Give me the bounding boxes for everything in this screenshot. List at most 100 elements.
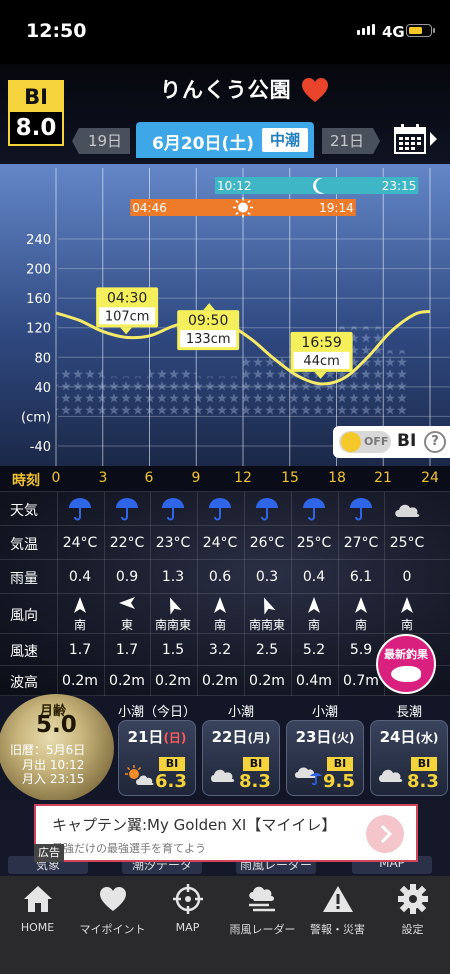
wind-direction-cell: 南南東: [243, 594, 290, 634]
weather-row-label: 風速: [10, 644, 38, 660]
calendar-arrow-icon[interactable]: [430, 132, 437, 146]
moon-age-panel[interactable]: 月齢 5.0 旧暦：5月6日 月出 10:12 月入 23:15: [0, 694, 114, 802]
wind-direction-cell: 南: [56, 594, 103, 634]
moonset: 月入 23:15: [22, 772, 85, 786]
wind-direction-text: 南南東: [154, 618, 191, 632]
forecast-date: 22日(月): [211, 728, 271, 746]
nav-radar[interactable]: 雨風レーダー: [225, 882, 300, 937]
time-tick: 9: [191, 470, 201, 486]
next-day-button[interactable]: 21日: [322, 128, 380, 154]
rain-cloud-icon: [293, 765, 323, 791]
nav-label: HOME: [20, 921, 55, 934]
y-tick-label: 120: [26, 322, 51, 337]
moonset-time: 23:15: [382, 179, 417, 193]
bottom-nav: HOME マイポイント MAP 雨風レーダー 警報・災害 設定: [0, 876, 450, 974]
weather-cell-rain: 1.3: [149, 560, 196, 594]
bi-toggle-label: BI: [397, 431, 417, 451]
forecast-bi-label: BI: [159, 757, 185, 771]
weather-cell-temp: 24°C: [56, 526, 103, 560]
nav-label: MAP: [175, 921, 200, 934]
bite-index-stars: [56, 368, 103, 417]
weather-cell-temp: 24°C: [196, 526, 243, 560]
bite-index-stars: [383, 350, 407, 417]
wind-direction-cell: 南: [337, 594, 384, 634]
forecast-tide-label: 小潮: [311, 705, 339, 720]
y-tick-label: (cm): [21, 410, 51, 425]
umbrella-icon: [337, 492, 384, 526]
toggle-state: OFF: [364, 435, 389, 448]
time-tick: 0: [51, 470, 61, 486]
ad-arrow-icon[interactable]: [366, 815, 404, 853]
weather-cell-wind_speed: 5.2: [290, 634, 337, 666]
forecast-day-card[interactable]: 24日(水) BI 8.3: [370, 720, 448, 796]
nav-label: 雨風レーダー: [229, 923, 296, 936]
nav-my-point[interactable]: マイポイント: [75, 882, 150, 937]
toggle-knob: OFF: [339, 431, 391, 453]
tide-callout: 09:50 133cm: [177, 303, 240, 351]
umbrella-icon: [103, 492, 150, 526]
tide-callout: 16:59 44cm: [290, 331, 353, 379]
crosshair-icon: [150, 882, 225, 916]
ad-title: キャプテン翼:My Golden XI【マイイレ】: [52, 816, 337, 834]
date-label: 6月20日(土): [152, 134, 255, 154]
weather-cell-rain: 0.3: [243, 560, 290, 594]
tide-chart-svg: 10:12 23:15 04:46 19:14 04:30 107cm 09:50 133c…: [0, 164, 450, 466]
calendar-icon[interactable]: [394, 124, 426, 154]
cloud-icon: [209, 765, 235, 789]
wind-direction-text: 南: [400, 618, 413, 632]
weather-cell-rain: 0.6: [196, 560, 243, 594]
nav-map[interactable]: MAP: [150, 882, 225, 934]
forecast-weekday: (水): [415, 731, 439, 745]
forecast-tide-label: 小潮（今日）: [117, 705, 197, 720]
wind-arrow-icon: [245, 596, 290, 616]
y-tick-label: 80: [34, 351, 51, 366]
forecast-bi-label: BI: [327, 757, 353, 771]
wind-direction-cell: 南: [196, 594, 243, 634]
ad-tag: 広告: [34, 844, 64, 862]
nav-label: 設定: [401, 923, 424, 936]
umbrella-icon: [196, 492, 243, 526]
time-tick: 6: [144, 470, 154, 486]
bite-index-stars: [196, 376, 243, 417]
favorite-heart-icon[interactable]: [300, 76, 330, 104]
umbrella-icon: [290, 492, 337, 526]
latest-catch-button[interactable]: 最新釣果: [376, 634, 436, 694]
wind-arrow-icon: [198, 596, 243, 616]
bi-badge-value: 8.0: [15, 115, 57, 141]
network-label: 4G: [382, 23, 405, 41]
ad-banner[interactable]: キャプテン翼:My Golden XI【マイイレ】 最強だけの最強選手を育てよう: [34, 804, 418, 862]
wind-arrow-icon: [58, 596, 103, 616]
callout-time: 16:59: [301, 335, 341, 351]
forecast-bi-value: 6.3: [155, 771, 187, 792]
bi-toggle[interactable]: OFF BI ?: [333, 426, 450, 458]
umbrella-icon: [149, 492, 196, 526]
wind-direction-cell: 南南東: [149, 594, 196, 634]
weather-cell-temp: 25°C: [383, 526, 430, 560]
nav-settings[interactable]: 設定: [375, 882, 450, 937]
nav-home[interactable]: HOME: [0, 882, 75, 934]
help-icon[interactable]: ?: [424, 431, 446, 453]
wind-direction-cell: 南: [290, 594, 337, 634]
weather-cell-rain: 6.1: [337, 560, 384, 594]
weather-row-weather: 天気: [0, 492, 450, 526]
prev-day-button[interactable]: 19日: [72, 128, 130, 154]
weather-row-label: 天気: [10, 503, 38, 519]
y-tick-label: 160: [26, 292, 51, 307]
time-tick: 3: [98, 470, 108, 486]
ad-subtitle: 最強だけの最強選手を育てよう: [52, 842, 206, 855]
signal-icon: [357, 24, 375, 35]
forecast-day-card[interactable]: 21日(日) BI 6.3: [118, 720, 196, 796]
forecast-tide-label: 小潮: [227, 705, 255, 720]
weather-cell-rain: 0.9: [103, 560, 150, 594]
weather-cell-wave: 0.2m: [56, 666, 103, 696]
forecast-day-card[interactable]: 22日(月) BI 8.3: [202, 720, 280, 796]
forecast-day-card[interactable]: 23日(火) BI 9.5: [286, 720, 364, 796]
time-tick: 15: [281, 470, 299, 486]
weather-row-rain: 雨量 0.4 0.9 1.3 0.6 0.3 0.4 6.1 0: [0, 560, 450, 594]
umbrella-icon: [243, 492, 290, 526]
cloud-wind-icon: [225, 882, 300, 916]
nav-alerts[interactable]: 警報・災害: [300, 882, 375, 937]
cloud-icon: [383, 492, 430, 526]
wind-arrow-icon: [292, 596, 337, 616]
callout-height: 133cm: [186, 332, 231, 347]
